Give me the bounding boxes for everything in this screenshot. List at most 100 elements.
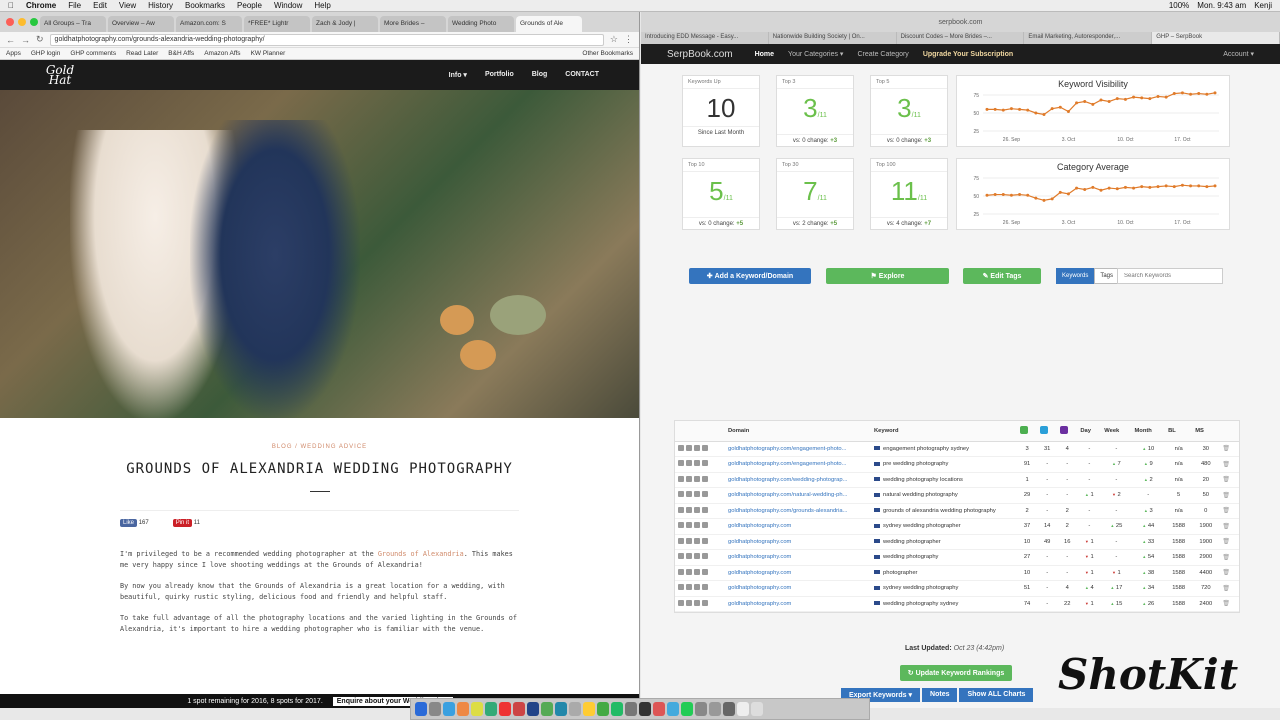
menu-app-name[interactable]: Chrome <box>26 1 56 10</box>
star-icon[interactable]: ☆ <box>610 34 618 45</box>
menu-view[interactable]: View <box>119 1 136 10</box>
edit-icon[interactable] <box>694 506 700 513</box>
header-ms[interactable]: MS <box>1192 421 1220 442</box>
minimize-window-icon[interactable] <box>18 18 26 26</box>
menu-history[interactable]: History <box>148 1 173 10</box>
dock-app-icon[interactable] <box>737 702 749 716</box>
browser-tab[interactable]: Email Marketing, Autoresponder,... <box>1024 32 1153 44</box>
dock-app-icon[interactable] <box>597 702 609 716</box>
gear-icon[interactable] <box>686 537 692 544</box>
search-icon[interactable] <box>702 444 708 451</box>
gear-icon[interactable] <box>686 553 692 560</box>
table-row[interactable]: goldhatphotography.com photographer 10- - ▼ … <box>675 565 1239 581</box>
search-icon[interactable] <box>702 460 708 467</box>
bookmark-apps[interactable]: Apps <box>6 50 21 57</box>
url-display[interactable]: serpbook.com <box>939 19 983 26</box>
data-point[interactable] <box>1180 183 1184 187</box>
bookmark-other[interactable]: Other Bookmarks <box>582 50 633 57</box>
data-point[interactable] <box>1075 186 1079 190</box>
dock-app-icon[interactable] <box>429 702 441 716</box>
data-point[interactable] <box>985 193 989 197</box>
browser-tab[interactable]: Zach & Jody | <box>312 16 378 32</box>
header-keyword[interactable]: Keyword <box>871 421 1017 442</box>
data-point[interactable] <box>1132 95 1136 99</box>
edit-icon[interactable] <box>694 537 700 544</box>
search-icon[interactable] <box>702 475 708 482</box>
table-row[interactable]: goldhatphotography.com/engagement-photo.… <box>675 456 1239 473</box>
table-row[interactable]: goldhatphotography.com/engagement-photo.… <box>675 441 1239 457</box>
data-point[interactable] <box>1213 184 1217 188</box>
update-rankings-button[interactable]: ↻ Update Keyword Rankings <box>900 665 1012 681</box>
edit-icon[interactable] <box>694 584 700 591</box>
pinterest-button[interactable]: Pin it <box>172 519 193 527</box>
edit-icon[interactable] <box>694 522 700 529</box>
chart-icon[interactable] <box>678 475 684 482</box>
search-icon[interactable] <box>702 584 708 591</box>
chart-icon[interactable] <box>678 444 684 451</box>
data-point[interactable] <box>1140 185 1144 189</box>
edit-icon[interactable] <box>694 568 700 575</box>
search-icon[interactable] <box>702 568 708 575</box>
dock-app-icon[interactable] <box>541 702 553 716</box>
row-domain[interactable]: goldhatphotography.com <box>725 549 871 566</box>
trash-icon[interactable]: 🗑 <box>1219 549 1239 566</box>
dock-app-icon[interactable] <box>695 702 707 716</box>
gear-icon[interactable] <box>686 568 692 575</box>
dock-app-icon[interactable] <box>415 702 427 716</box>
dock-app-icon[interactable] <box>751 702 763 716</box>
row-action-icons[interactable] <box>675 549 725 566</box>
dock-app-icon[interactable] <box>625 702 637 716</box>
browser-tab[interactable]: All Groups – Tra <box>40 16 106 32</box>
edit-tags-button[interactable]: ✎ Edit Tags <box>963 268 1041 284</box>
row-domain[interactable]: goldhatphotography.com/natural-wedding-p… <box>725 487 871 504</box>
table-row[interactable]: goldhatphotography.com wedding photograph… <box>675 596 1239 612</box>
data-point[interactable] <box>993 193 997 197</box>
browser-tab-active[interactable]: Grounds of Ale <box>516 16 582 32</box>
header-google[interactable] <box>1017 421 1038 442</box>
table-row[interactable]: goldhatphotography.com sydney wedding pho… <box>675 518 1239 535</box>
browser-tab[interactable]: Overview – Aw <box>108 16 174 32</box>
dock-app-icon[interactable] <box>527 702 539 716</box>
search-icon[interactable] <box>702 506 708 513</box>
data-point[interactable] <box>993 107 997 111</box>
row-domain[interactable]: goldhatphotography.com/wedding-photograp… <box>725 472 871 488</box>
data-point[interactable] <box>1148 97 1152 101</box>
keyword-visibility-chart[interactable]: Keyword Visibility 75 50 25 26. Sep 3. Oct 10… <box>956 75 1230 147</box>
nav-portfolio[interactable]: Portfolio <box>485 71 514 79</box>
data-point[interactable] <box>1034 111 1038 115</box>
browser-tab[interactable]: Wedding Photo <box>448 16 514 32</box>
bookmark-bh-affs[interactable]: B&H Affs <box>168 50 194 57</box>
trash-icon[interactable]: 🗑 <box>1219 503 1239 519</box>
explore-button[interactable]: ⚑ Explore <box>826 268 949 284</box>
data-point[interactable] <box>1001 108 1005 112</box>
chart-icon[interactable] <box>678 537 684 544</box>
battery-status[interactable]: 100% <box>1169 1 1189 10</box>
data-point[interactable] <box>1050 107 1054 111</box>
row-action-icons[interactable] <box>675 456 725 473</box>
bookmark-ghp-comments[interactable]: GHP comments <box>70 50 116 57</box>
chart-icon[interactable] <box>678 568 684 575</box>
table-row[interactable]: goldhatphotography.com/grounds-alexandri… <box>675 503 1239 519</box>
table-row[interactable]: goldhatphotography.com wedding photograph… <box>675 534 1239 550</box>
menu-people[interactable]: People <box>237 1 262 10</box>
dock-app-icon[interactable] <box>513 702 525 716</box>
breadcrumb[interactable]: BLOG / WEDDING ADVICE <box>120 444 519 450</box>
data-point[interactable] <box>1156 94 1160 98</box>
search-icon[interactable] <box>702 522 708 529</box>
data-point[interactable] <box>985 107 989 111</box>
nav-info[interactable]: Info ▾ <box>449 71 467 79</box>
trash-icon[interactable]: 🗑 <box>1219 518 1239 535</box>
gear-icon[interactable] <box>686 491 692 498</box>
category-average-chart[interactable]: Category Average 75 50 25 26. Sep 3. Oct 10. … <box>956 158 1230 230</box>
bookmark-ghp-login[interactable]: GHP login <box>31 50 61 57</box>
toggle-tags[interactable]: Tags <box>1094 268 1120 284</box>
row-domain[interactable]: goldhatphotography.com/engagement-photo.… <box>725 456 871 473</box>
nav-upgrade[interactable]: Upgrade Your Subscription <box>923 51 1013 58</box>
dock-app-icon[interactable] <box>471 702 483 716</box>
nav-categories[interactable]: Your Categories ▾ <box>788 50 843 58</box>
trash-icon[interactable]: 🗑 <box>1219 580 1239 597</box>
data-point[interactable] <box>1018 193 1022 197</box>
facebook-like-button[interactable]: Like <box>120 519 138 527</box>
dock-app-icon[interactable] <box>611 702 623 716</box>
trash-icon[interactable]: 🗑 <box>1219 441 1239 457</box>
